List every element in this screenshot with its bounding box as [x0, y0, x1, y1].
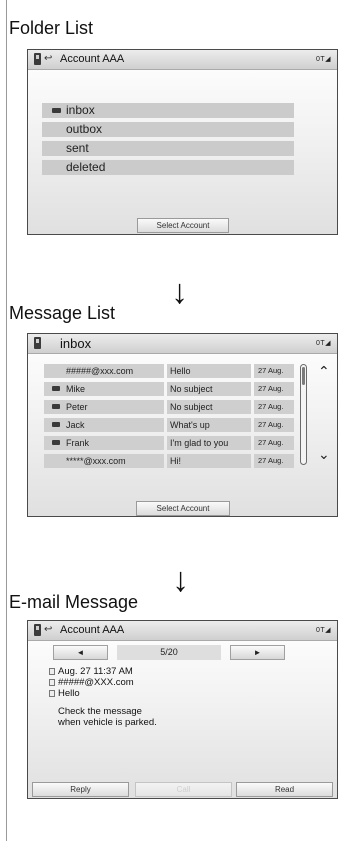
- status-indicator: 0T◢: [315, 56, 331, 63]
- message-subject: I'm glad to you: [167, 436, 251, 450]
- scroll-up-icon[interactable]: ⌃: [318, 364, 330, 378]
- folder-label: deleted: [66, 160, 106, 174]
- email-message-screen: ↩ Account AAA 0T◢ ◄ 5/20 ► Aug. 27 11:37…: [27, 620, 338, 799]
- message-from: Peter: [44, 400, 164, 414]
- message-row[interactable]: *****@xxx.com Hi! 27 Aug.: [40, 454, 296, 468]
- header-title: inbox: [60, 336, 92, 351]
- envelope-icon: [52, 404, 60, 409]
- scroll-thumb[interactable]: [302, 367, 305, 385]
- message-date: 27 Aug.: [254, 436, 294, 450]
- screen-header: ↩ Account AAA 0T◢: [28, 621, 337, 641]
- message-from-text: Frank: [66, 438, 90, 448]
- down-arrow-icon: ↓: [171, 273, 188, 311]
- header-title: Account AAA: [60, 624, 125, 636]
- message-from: Frank: [44, 436, 164, 450]
- email-message-title: E-mail Message: [9, 592, 139, 612]
- message-row[interactable]: Peter No subject 27 Aug.: [40, 400, 296, 414]
- message-from-text: Mike: [66, 384, 86, 394]
- screen-header: ↩ Account AAA 0T◢: [28, 50, 337, 70]
- message-date: 27 Aug.: [254, 454, 294, 468]
- message-date: 27 Aug.: [254, 400, 294, 414]
- message-date: 27 Aug.: [254, 418, 294, 432]
- previous-button[interactable]: ◄: [53, 645, 108, 660]
- folder-list-title: Folder List: [9, 18, 94, 38]
- message-list-title: Message List: [9, 303, 116, 323]
- email-body: Check the message when vehicle is parked…: [58, 706, 157, 728]
- down-arrow-icon: ↓: [172, 561, 189, 599]
- folder-list-screen: ↩ Account AAA 0T◢ inbox outbox sent deleted…: [27, 49, 338, 235]
- folder-item[interactable]: outbox: [42, 122, 294, 137]
- message-subject: No subject: [167, 382, 251, 396]
- scroll-down-icon[interactable]: ⌄: [318, 447, 330, 461]
- email-from: #####@XXX.com: [49, 677, 134, 688]
- email-subject: Hello: [49, 688, 80, 699]
- message-subject: No subject: [167, 400, 251, 414]
- phone-icon[interactable]: ↩: [34, 53, 56, 66]
- message-date: 27 Aug.: [254, 382, 294, 396]
- message-row[interactable]: #####@xxx.com Hello 27 Aug.: [40, 364, 296, 378]
- message-from: *****@xxx.com: [44, 454, 164, 468]
- message-from: #####@xxx.com: [44, 364, 164, 378]
- status-indicator: 0T◢: [315, 340, 331, 347]
- folder-item[interactable]: deleted: [42, 160, 294, 175]
- message-from: Mike: [44, 382, 164, 396]
- envelope-icon: [52, 440, 60, 445]
- message-from-text: Jack: [66, 420, 85, 430]
- message-from-text: Peter: [66, 402, 88, 412]
- message-from-text: #####@xxx.com: [66, 366, 134, 376]
- message-row[interactable]: Jack What's up 27 Aug.: [40, 418, 296, 432]
- phone-icon[interactable]: [34, 337, 56, 350]
- envelope-icon: [52, 108, 61, 113]
- message-from: Jack: [44, 418, 164, 432]
- message-subject: Hi!: [167, 454, 251, 468]
- message-list-screen: inbox 0T◢ #####@xxx.com Hello 27 Aug. Mike N…: [27, 333, 338, 517]
- select-account-button[interactable]: Select Account: [136, 501, 230, 516]
- message-row[interactable]: Frank I'm glad to you 27 Aug.: [40, 436, 296, 450]
- left-margin-line: [6, 0, 7, 841]
- email-date: Aug. 27 11:37 AM: [49, 666, 133, 677]
- message-date: 27 Aug.: [254, 364, 294, 378]
- message-scrollbar[interactable]: [300, 364, 307, 465]
- call-button[interactable]: Call: [135, 782, 232, 797]
- folder-label: outbox: [66, 122, 103, 136]
- folder-label: inbox: [66, 103, 95, 117]
- phone-icon[interactable]: ↩: [34, 624, 56, 637]
- folder-item[interactable]: inbox: [42, 103, 294, 118]
- envelope-icon: [52, 422, 60, 427]
- message-pager: ◄ 5/20 ►: [53, 645, 285, 660]
- message-subject: What's up: [167, 418, 251, 432]
- envelope-icon: [52, 386, 60, 391]
- subject-icon: [49, 690, 55, 697]
- header-title: Account AAA: [60, 53, 125, 65]
- next-button[interactable]: ►: [230, 645, 285, 660]
- message-row[interactable]: Mike No subject 27 Aug.: [40, 382, 296, 396]
- folder-item[interactable]: sent: [42, 141, 294, 156]
- screen-header: inbox 0T◢: [28, 334, 337, 354]
- sender-icon: [49, 679, 55, 686]
- message-subject: Hello: [167, 364, 251, 378]
- read-button[interactable]: Read: [236, 782, 333, 797]
- folder-label: sent: [66, 141, 89, 155]
- calendar-icon: [49, 668, 55, 675]
- status-indicator: 0T◢: [315, 627, 331, 634]
- select-account-button[interactable]: Select Account: [137, 218, 229, 233]
- message-counter: 5/20: [117, 645, 221, 660]
- reply-button[interactable]: Reply: [32, 782, 129, 797]
- message-from-text: *****@xxx.com: [66, 456, 126, 466]
